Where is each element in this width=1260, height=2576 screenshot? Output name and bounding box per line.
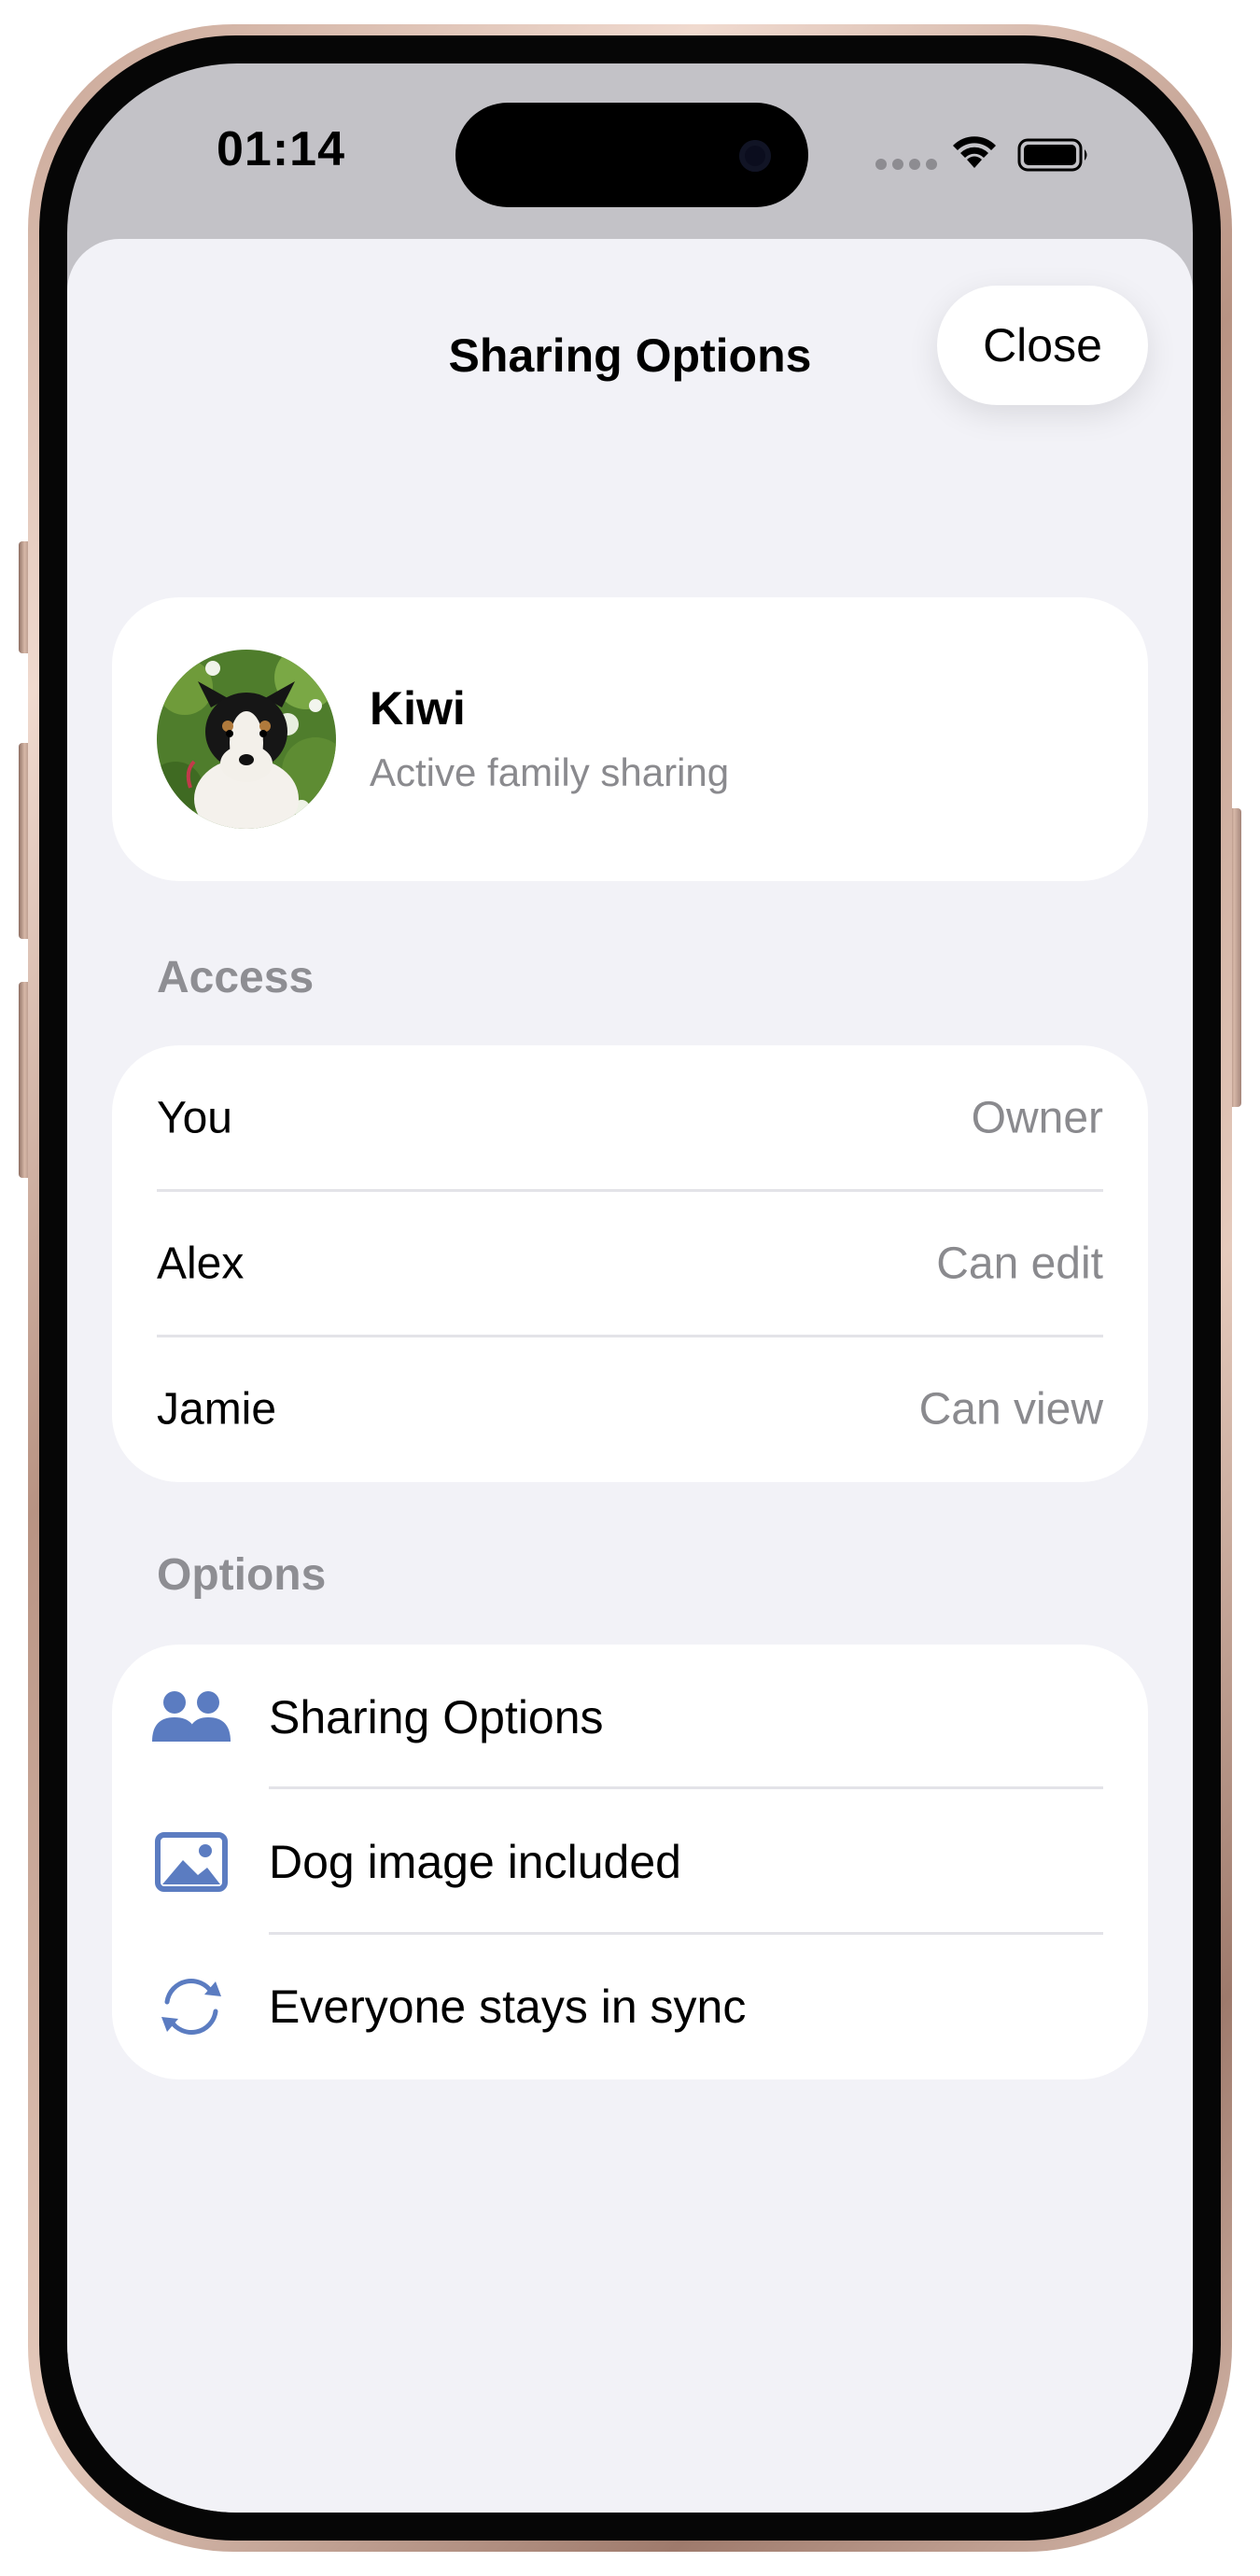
sync-icon [149,1965,233,2049]
cellular-signal-icon [875,159,937,170]
option-row-dog-image[interactable]: Dog image included [112,1789,1148,1935]
close-button[interactable]: Close [937,286,1148,405]
access-name: Jamie [157,1384,277,1435]
photo-icon [149,1820,233,1904]
access-role: Owner [971,1093,1103,1143]
sharing-options-sheet: Sharing Options Close Kiwi Active family… [67,239,1193,2513]
people-icon [149,1675,233,1759]
option-label: Dog image included [269,1836,681,1888]
dynamic-island [455,103,808,207]
pet-name: Kiwi [370,682,466,735]
pet-sharing-status: Active family sharing [370,750,730,794]
screen: 01:14 Sharing Options Close Kiwi Active … [67,63,1193,2513]
access-section-header: Access [157,953,315,1002]
option-label: Sharing Options [269,1691,604,1743]
option-label: Everyone stays in sync [269,1981,747,2033]
option-row-sharing[interactable]: Sharing Options [112,1645,1148,1790]
access-list: You Owner Alex Can edit Jamie Can view [112,1045,1148,1482]
battery-icon [1017,138,1092,176]
access-name: Alex [157,1239,245,1289]
dog-avatar [157,650,336,829]
status-time: 01:14 [217,122,345,176]
access-role: Can view [918,1384,1103,1435]
access-name: You [157,1093,232,1143]
options-section-header: Options [157,1550,327,1600]
pet-card: Kiwi Active family sharing [112,597,1148,881]
option-row-sync[interactable]: Everyone stays in sync [112,1934,1148,2079]
access-row-jamie[interactable]: Jamie Can view [112,1337,1148,1482]
wifi-icon [948,131,1001,175]
access-row-you[interactable]: You Owner [112,1045,1148,1191]
options-list: Sharing Options Dog image included Every… [112,1645,1148,2079]
access-role: Can edit [936,1239,1103,1289]
front-camera-icon [739,140,771,172]
access-row-alex[interactable]: Alex Can edit [112,1191,1148,1337]
